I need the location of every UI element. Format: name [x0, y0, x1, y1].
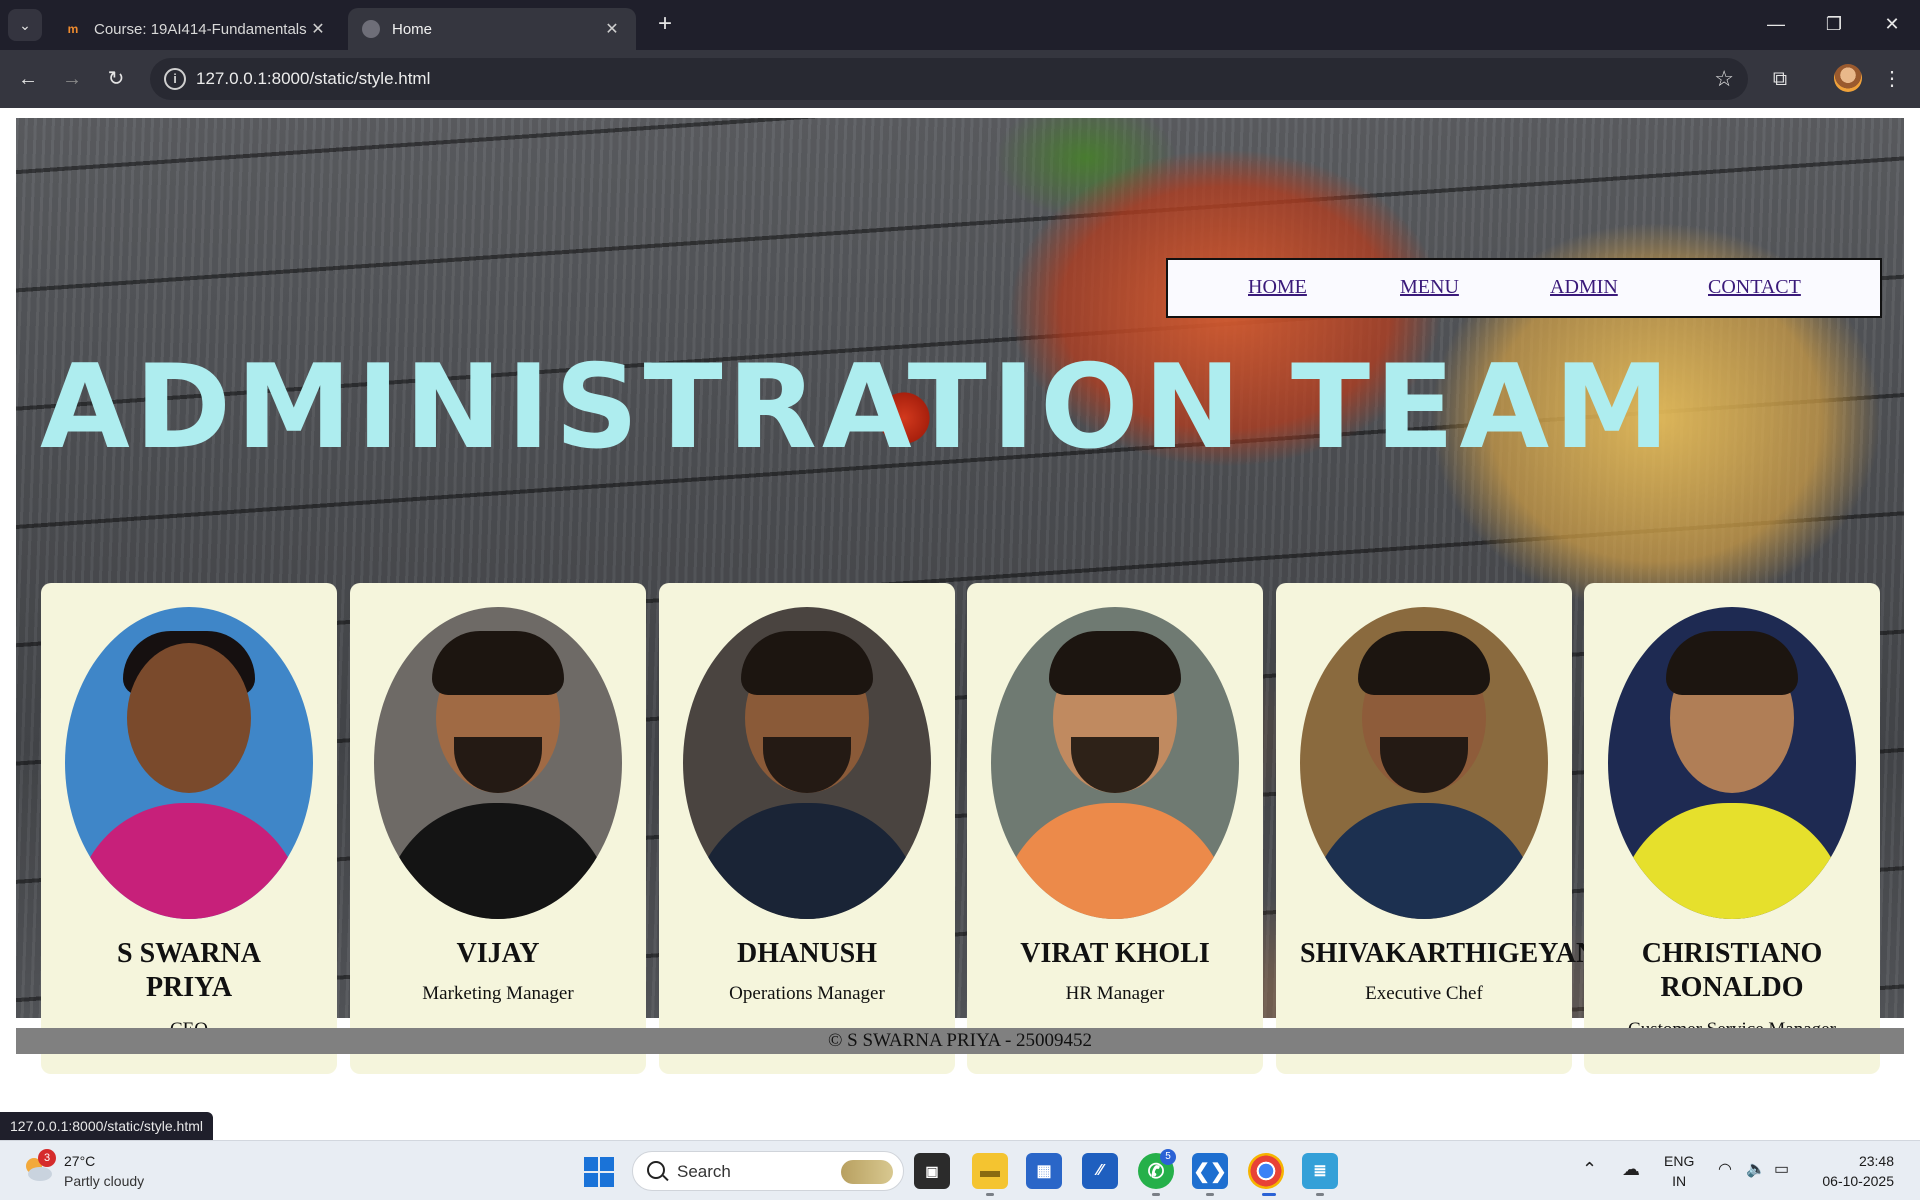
- extensions-icon[interactable]: ⧉: [1764, 63, 1796, 95]
- team-member-role: Marketing Manager: [422, 983, 574, 1004]
- tab-search-button[interactable]: ⌄: [8, 9, 42, 41]
- back-button[interactable]: ←: [12, 63, 44, 95]
- tab-title: Home: [392, 20, 433, 38]
- team-card: CHRISTIANO RONALDO Customer Service Mana…: [1584, 583, 1880, 1074]
- arrow-left-icon: ←: [18, 68, 38, 90]
- main-nav: HOME MENU ADMIN CONTACT: [1166, 258, 1882, 318]
- reload-icon: ↻: [107, 68, 125, 90]
- time: 23:48: [1858, 1153, 1894, 1169]
- taskbar: 3 27°C Partly cloudy Search ▣ ▬ ▦ ∕∕ ✆ 5…: [0, 1140, 1920, 1200]
- reload-button[interactable]: ↻: [100, 63, 132, 95]
- tab-title: Course: 19AI414-Fundamentals: [94, 20, 307, 38]
- team-member-name: CHRISTIANO RONALDO: [1641, 938, 1823, 1003]
- link-status-bubble: 127.0.0.1:8000/static/style.html: [0, 1112, 213, 1140]
- search-icon: [647, 1161, 665, 1179]
- clock[interactable]: 23:48 06-10-2025: [1808, 1151, 1894, 1191]
- chevron-up-icon[interactable]: ⌃: [1582, 1159, 1597, 1180]
- nav-home-link[interactable]: HOME: [1248, 276, 1307, 299]
- more-menu-icon[interactable]: ⋮: [1876, 63, 1908, 95]
- arrow-right-icon: →: [62, 68, 82, 90]
- new-tab-button[interactable]: +: [650, 10, 680, 40]
- team-member-role: Operations Manager: [729, 983, 885, 1004]
- team-member-name: VIRAT KHOLI: [1020, 938, 1210, 969]
- search-highlight-image: [841, 1160, 893, 1184]
- team-member-name: DHANUSH: [736, 938, 877, 969]
- taskbar-search[interactable]: Search: [632, 1151, 904, 1191]
- team-photo: [683, 607, 931, 919]
- start-button[interactable]: [584, 1157, 614, 1187]
- site-info-icon[interactable]: i: [164, 68, 186, 90]
- team-photo: [1608, 607, 1856, 919]
- search-label: Search: [677, 1162, 731, 1181]
- bookmark-star-icon[interactable]: ☆: [1714, 66, 1734, 92]
- team-card: S SWARNA PRIYA CEO: [41, 583, 337, 1074]
- chevron-down-icon: ⌄: [19, 16, 31, 33]
- team-photo: [1300, 607, 1548, 919]
- minimize-button[interactable]: —: [1748, 0, 1804, 50]
- region-code: IN: [1672, 1173, 1687, 1189]
- tab-course[interactable]: m Course: 19AI414-Fundamentals ✕: [50, 8, 342, 50]
- globe-icon: [362, 20, 380, 38]
- whatsapp-badge: 5: [1160, 1149, 1176, 1165]
- team-member-name: VIJAY: [456, 938, 540, 969]
- nav-admin-link[interactable]: ADMIN: [1550, 276, 1618, 299]
- lang-code: ENG: [1664, 1153, 1695, 1169]
- weather-condition: Partly cloudy: [64, 1173, 145, 1189]
- weather-temp: 27°C: [64, 1153, 96, 1169]
- page-title: ADMINISTRATION TEAM: [40, 340, 1675, 475]
- team-member-name: S SWARNA PRIYA: [117, 938, 261, 1003]
- nav-menu-link[interactable]: MENU: [1400, 276, 1459, 299]
- browser-toolbar: ← → ↻ i 127.0.0.1:8000/static/style.html…: [0, 50, 1920, 108]
- wifi-icon[interactable]: ◠: [1718, 1159, 1732, 1179]
- vscode-insiders-icon[interactable]: ∕∕: [1082, 1153, 1118, 1189]
- team-photo: [991, 607, 1239, 919]
- store-icon[interactable]: ▦: [1026, 1153, 1062, 1189]
- close-icon[interactable]: ✕: [308, 19, 328, 39]
- forward-button[interactable]: →: [56, 63, 88, 95]
- close-icon[interactable]: ✕: [602, 19, 622, 39]
- active-indicator: [1262, 1193, 1276, 1196]
- weather-badge: 3: [38, 1149, 56, 1167]
- language-indicator[interactable]: ENG IN: [1664, 1151, 1694, 1191]
- team-card: DHANUSH Operations Manager: [659, 583, 955, 1074]
- date: 06-10-2025: [1822, 1173, 1894, 1189]
- nav-contact-link[interactable]: CONTACT: [1708, 276, 1801, 299]
- moodle-icon: m: [67, 22, 79, 36]
- team-member-name: SHIVAKARTHIGEYAN: [1300, 938, 1597, 969]
- team-card: SHIVAKARTHIGEYAN Executive Chef: [1276, 583, 1597, 1074]
- team-photo: [374, 607, 622, 919]
- team-card: VIJAY Marketing Manager: [350, 583, 646, 1074]
- team-photo: [65, 607, 313, 919]
- tab-home[interactable]: Home ✕: [348, 8, 636, 50]
- profile-avatar[interactable]: [1834, 64, 1862, 92]
- restore-button[interactable]: ❐: [1806, 0, 1862, 50]
- team-card: VIRAT KHOLI HR Manager: [967, 583, 1263, 1074]
- running-indicator: [1206, 1193, 1214, 1196]
- page-viewport: HOME MENU ADMIN CONTACT ADMINISTRATION T…: [0, 108, 1920, 1140]
- running-indicator: [1316, 1193, 1324, 1196]
- close-window-button[interactable]: ✕: [1864, 0, 1920, 50]
- url-text[interactable]: 127.0.0.1:8000/static/style.html: [196, 69, 430, 89]
- volume-icon[interactable]: 🔈: [1746, 1159, 1766, 1179]
- running-indicator: [1152, 1193, 1160, 1196]
- tab-bar: ⌄ m Course: 19AI414-Fundamentals ✕ Home …: [0, 0, 1920, 50]
- file-explorer-icon[interactable]: ▬: [972, 1153, 1008, 1189]
- team-member-role: HR Manager: [1065, 983, 1165, 1004]
- chrome-icon[interactable]: [1248, 1153, 1284, 1189]
- battery-icon[interactable]: ▭: [1774, 1159, 1789, 1179]
- task-view-icon[interactable]: ▣: [914, 1153, 950, 1189]
- page-footer: © S SWARNA PRIYA - 25009452: [16, 1028, 1904, 1054]
- vscode-icon[interactable]: ❮❯: [1192, 1153, 1228, 1189]
- running-indicator: [986, 1193, 994, 1196]
- team-member-role: Executive Chef: [1365, 983, 1483, 1004]
- notepad-icon[interactable]: ≣: [1302, 1153, 1338, 1189]
- onedrive-off-icon[interactable]: ☁: [1622, 1159, 1640, 1180]
- address-bar[interactable]: i 127.0.0.1:8000/static/style.html ☆: [150, 58, 1748, 100]
